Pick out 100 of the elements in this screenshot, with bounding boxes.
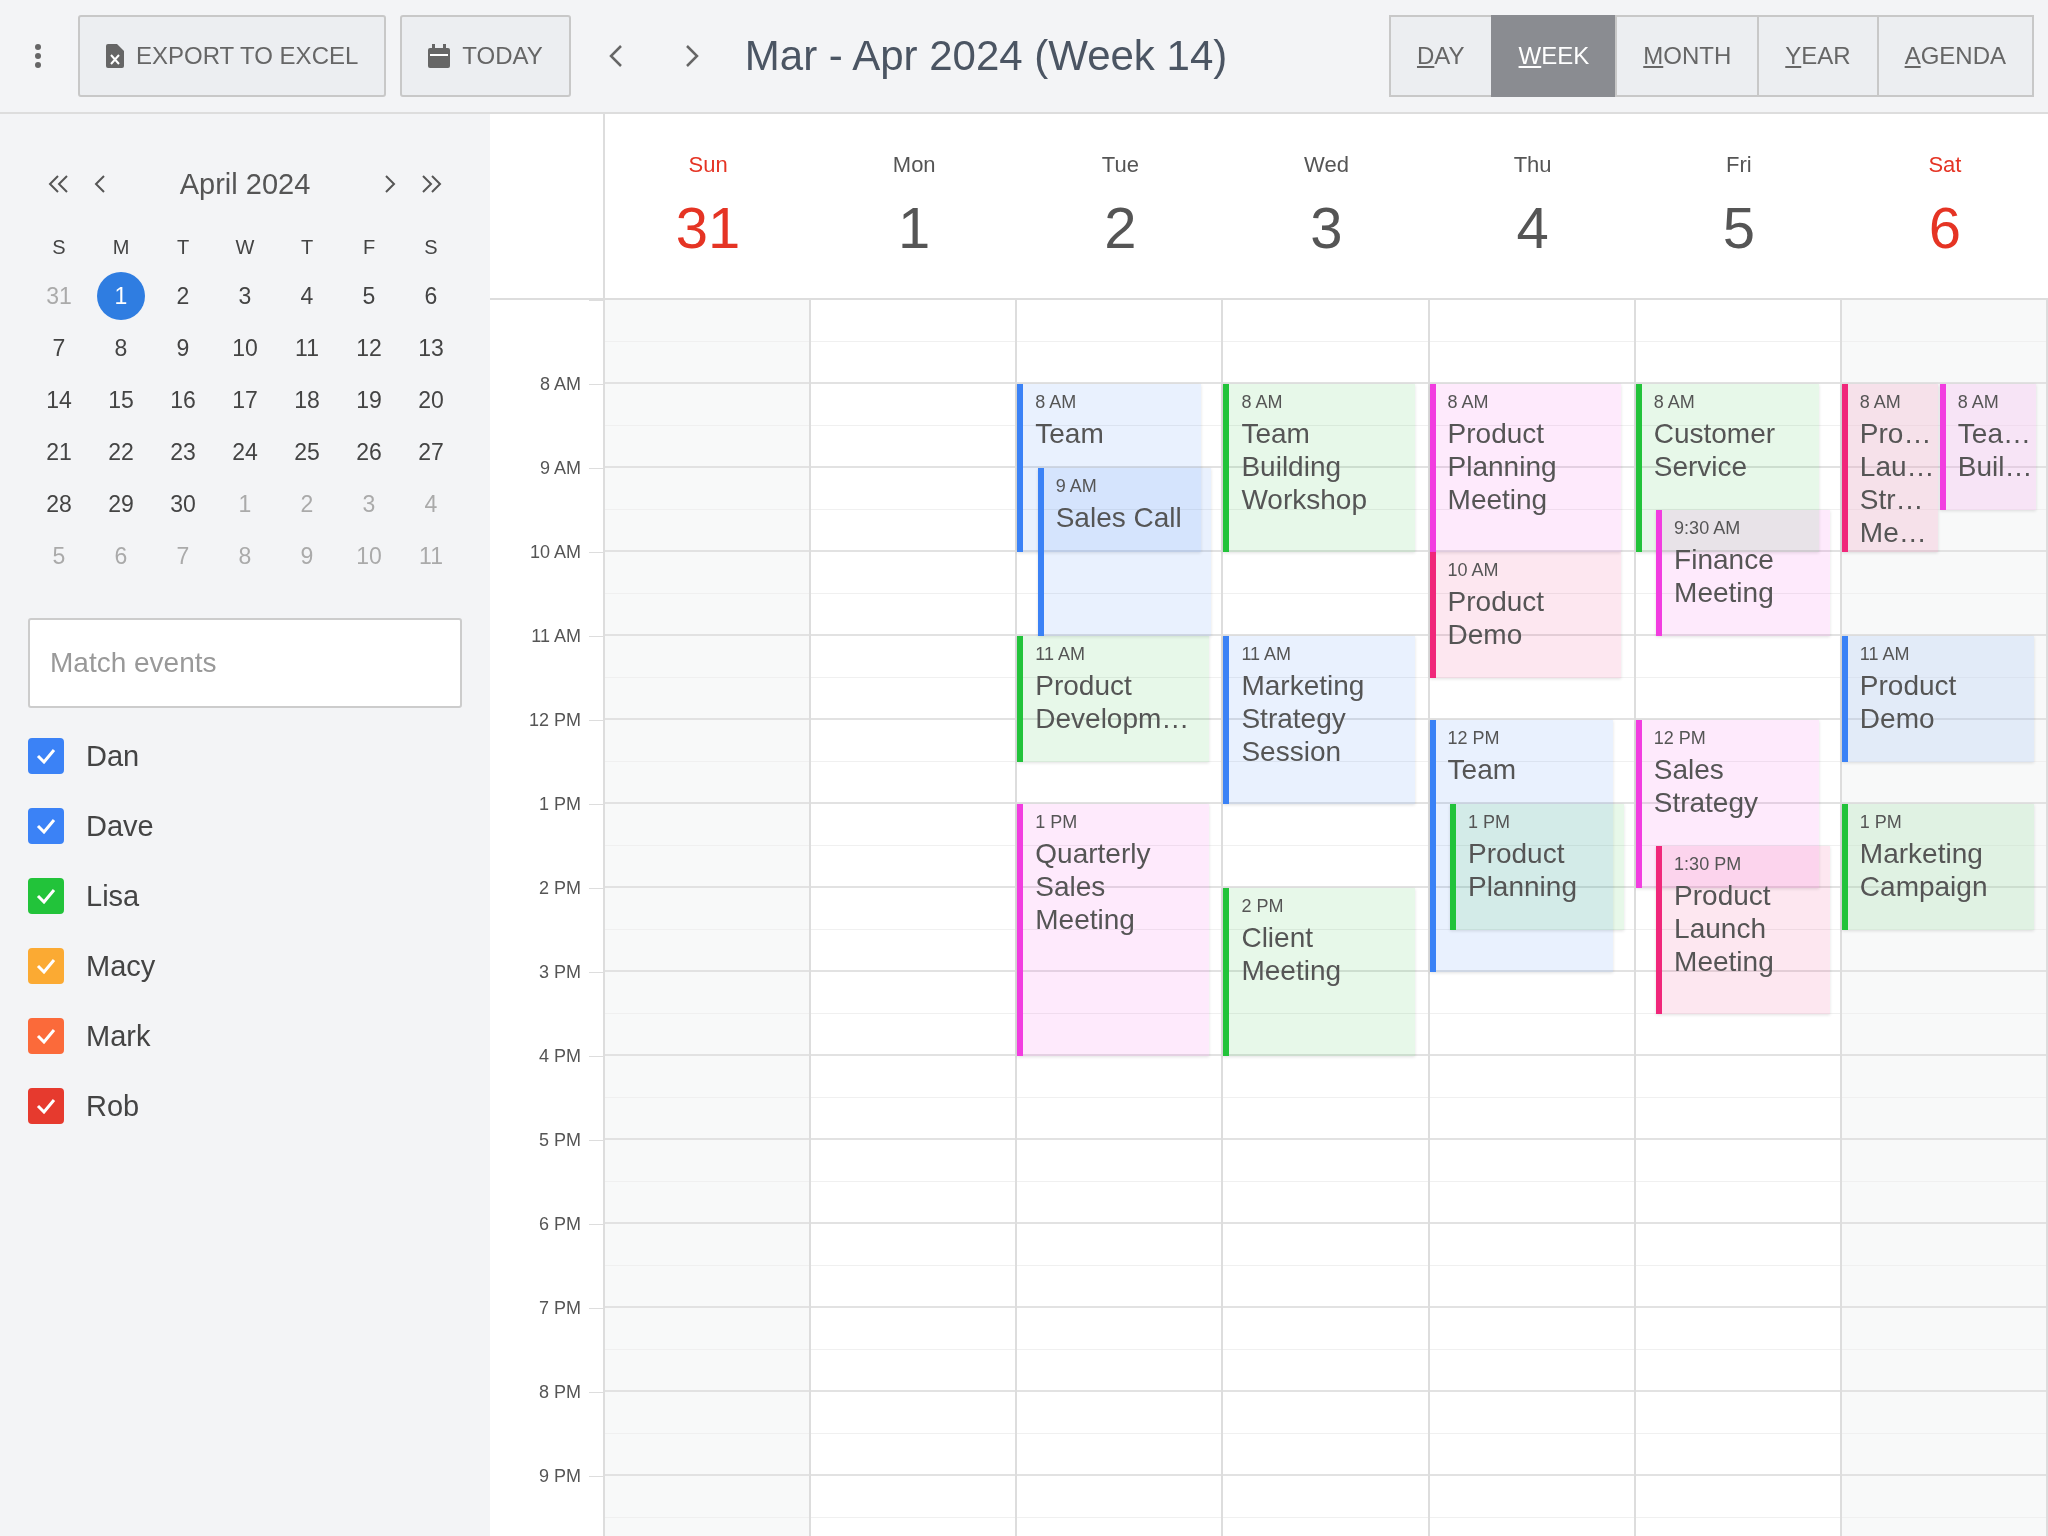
event-title: Product Demo [1447,585,1546,651]
calendar-day[interactable]: 23 [159,428,207,476]
calendar-event[interactable]: 8 AM Team Building Workshop [1223,384,1416,552]
calendar-day[interactable]: 3 [221,272,269,320]
calendar-event[interactable]: 1 PM Product Planning [1449,804,1624,930]
calendar-day[interactable]: 28 [35,480,83,528]
event-title: Client Meeting [1241,921,1343,987]
calendar-day[interactable]: 24 [221,428,269,476]
time-label: 9 PM [539,1465,581,1487]
calendar-day[interactable]: 17 [221,376,269,424]
calendar-event[interactable]: 2 PM Client Meeting [1223,888,1416,1056]
calendar-day[interactable]: 27 [407,428,455,476]
calendar-event[interactable]: 1:30 PM Product Launch Meeting [1656,846,1830,1014]
time-label: 1 PM [539,793,581,815]
calendar-event[interactable]: 8 AM Pro… Lau… Str… Me… [1841,384,1938,552]
calendar-event[interactable]: 1 PM Marketing Campaign [1841,804,2034,930]
checkbox[interactable] [28,1088,64,1124]
calendar-day[interactable]: 4 [283,272,331,320]
event-title: Team [1035,417,1104,450]
calendar-event[interactable]: 8 AM Tea… Buil… [1939,384,2036,510]
calendar-day[interactable]: 19 [345,376,393,424]
checkbox[interactable] [28,738,64,774]
export-button[interactable]: EXPORT TO EXCEL [78,15,387,97]
calendar-day[interactable]: 18 [283,376,331,424]
calendar-day[interactable]: 30 [159,480,207,528]
calendar-event[interactable]: 11 AM Marketing Strategy Session [1223,636,1416,804]
calendar-event[interactable]: 11 AM Product Demo [1841,636,2034,762]
calendar-day[interactable]: 21 [35,428,83,476]
date-range-title: Mar - Apr 2024 (Week 14) [744,32,1229,80]
calendar-day[interactable]: 29 [97,480,145,528]
event-time: 1:30 PM [1674,854,1743,875]
event-title: Sales Call [1055,501,1182,534]
event-title: Product Demo [1859,669,1958,735]
calendar-day[interactable]: 25 [283,428,331,476]
event-time: 12 PM [1653,728,1707,749]
checkbox[interactable] [28,1018,64,1054]
weekday-label: T [175,235,191,260]
calendar-day[interactable]: 15 [97,376,145,424]
view-tab[interactable]: MONTH [1615,15,1760,97]
calendar-day[interactable]: 12 [345,324,393,372]
time-label: 4 PM [539,1045,581,1067]
day-number: 3 [1310,194,1343,261]
checkbox[interactable] [28,808,64,844]
event-title: Product Planning [1467,837,1578,903]
calendar-day[interactable]: 20 [407,376,455,424]
event-time: 8 AM [1957,392,2000,413]
checkbox[interactable] [28,878,64,914]
calendar-day[interactable]: 7 [35,324,83,372]
calendar-event[interactable]: 10 AM Product Demo [1429,552,1622,678]
month-title: April 2024 [178,167,312,201]
weekday-name: Sun [688,152,728,178]
event-time: 11 AM [1241,644,1293,665]
event-time: 2 PM [1241,896,1285,917]
calendar-day[interactable]: 16 [159,376,207,424]
calendar-day[interactable]: 11 [283,324,331,372]
weekday-name: Thu [1513,152,1552,178]
calendar-event[interactable]: 11 AM Product Developm… [1017,636,1210,762]
view-tab[interactable]: DAY [1389,15,1493,97]
person-name: Mark [86,1019,151,1053]
check-icon [36,818,56,834]
event-time: 11 AM [1859,644,1911,665]
calendar-day[interactable]: 9 [159,324,207,372]
time-label: 3 PM [539,961,581,983]
check-icon [36,958,56,974]
check-icon [36,1098,56,1114]
weekday-name: Fri [1725,152,1752,178]
event-time: 9:30 AM [1674,518,1742,539]
calendar-day[interactable]: 5 [345,272,393,320]
weekday-label: F [361,235,377,260]
calendar-day[interactable]: 14 [35,376,83,424]
time-label: 6 PM [539,1213,581,1235]
weekday-label: S [51,235,67,260]
time-label: 9 AM [539,457,581,479]
calendar-event[interactable]: 9 AM Sales Call [1037,468,1212,636]
calendar-event[interactable]: 8 AM Product Planning Meeting [1429,384,1622,552]
weekday-name: Tue [1101,152,1139,178]
calendar-day[interactable]: 26 [345,428,393,476]
checkbox[interactable] [28,948,64,984]
view-tab[interactable]: AGENDA [1876,15,2034,97]
calendar-event[interactable]: 9:30 AM Finance Meeting [1656,510,1830,636]
event-time: 1 PM [1467,812,1511,833]
day-number: 31 [675,194,741,261]
event-title: Marketing Campaign [1859,837,1989,903]
view-tab[interactable]: YEAR [1757,15,1879,97]
calendar-day[interactable]: 8 [97,324,145,372]
search-field[interactable]: Match events [28,618,462,708]
calendar-day[interactable]: 13 [407,324,455,372]
calendar-day[interactable]: 22 [97,428,145,476]
event-time: 12 PM [1447,728,1501,749]
today-button[interactable]: TODAY [400,15,571,97]
calendar-event[interactable]: 1 PM Quarterly Sales Meeting [1017,804,1210,1056]
calendar-day[interactable]: 6 [407,272,455,320]
calendar-day[interactable]: 2 [159,272,207,320]
calendar-day[interactable]: 10 [221,324,269,372]
event-title: Product Developm… [1035,669,1191,735]
time-label: 10 AM [529,541,581,563]
calendar-day[interactable]: 1 [97,272,145,320]
file-icon [106,44,124,68]
event-time: 8 AM [1241,392,1284,413]
person-name: Rob [86,1089,140,1123]
